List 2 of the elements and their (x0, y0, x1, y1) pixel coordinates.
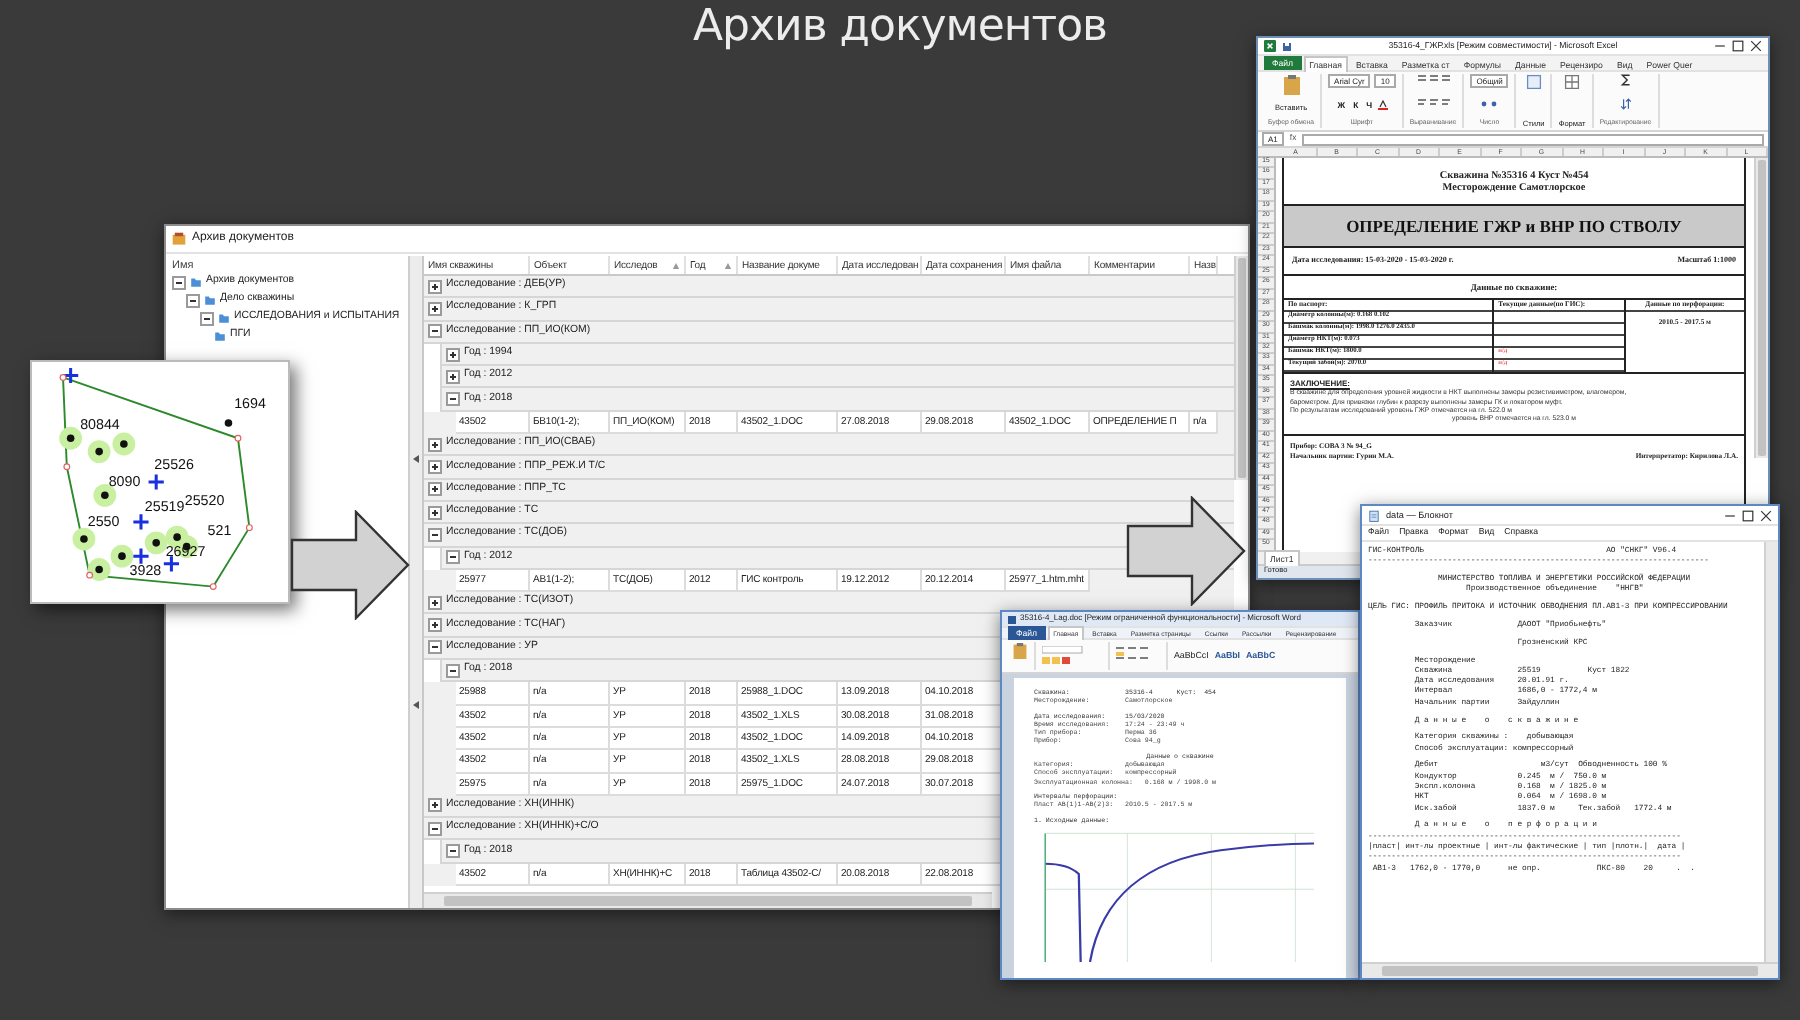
slide-title: Архив документов (692, 2, 1108, 52)
report-banner: ОПРЕДЕЛЕНИЕ ГЖР и ВНР ПО СТВОЛУ (1284, 205, 1744, 248)
